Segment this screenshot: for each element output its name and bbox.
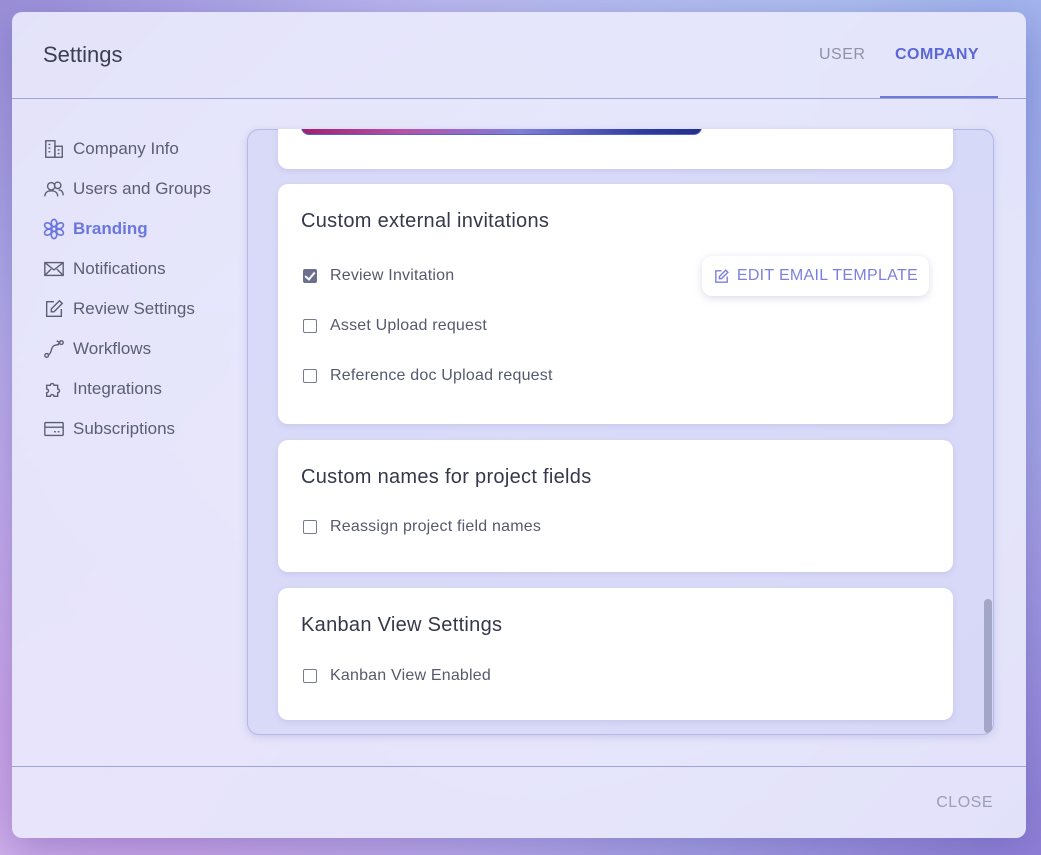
branding-color-card <box>278 129 953 169</box>
building-icon <box>45 140 63 158</box>
settings-sidebar: Company Info Users and Groups Branding N… <box>43 129 243 449</box>
sidebar-item-label: Notifications <box>73 259 166 278</box>
sidebar-item-users-and-groups[interactable]: Users and Groups <box>43 169 243 209</box>
branding-gradient-swatch[interactable] <box>301 129 702 135</box>
workflow-icon <box>44 340 64 358</box>
sidebar-item-label: Branding <box>73 219 148 238</box>
content-scrollbar[interactable] <box>984 599 992 733</box>
users-icon <box>44 181 64 197</box>
tab-company[interactable]: COMPANY <box>895 46 979 64</box>
dialog-title: Settings <box>43 42 123 67</box>
card-title: Custom names for project fields <box>301 466 592 488</box>
sidebar-item-notifications[interactable]: Notifications <box>43 249 243 289</box>
sidebar-item-label: Workflows <box>73 339 152 358</box>
kanban-view-enabled-checkbox[interactable]: Kanban View Enabled <box>303 667 491 685</box>
flower-icon <box>43 218 65 240</box>
custom-project-field-names-card: Custom names for project fields Reassign… <box>278 440 953 572</box>
edit-icon <box>45 299 64 318</box>
edit-email-template-button[interactable]: EDIT EMAIL TEMPLATE <box>701 256 929 296</box>
asset-upload-request-checkbox[interactable]: Asset Upload request <box>303 317 487 335</box>
checkbox-label: Kanban View Enabled <box>330 667 491 684</box>
tab-user[interactable]: USER <box>819 46 865 64</box>
credit-card-icon <box>44 421 64 437</box>
sidebar-item-branding[interactable]: Branding <box>43 209 243 249</box>
sidebar-item-company-info[interactable]: Company Info <box>43 129 243 169</box>
sidebar-item-subscriptions[interactable]: Subscriptions <box>43 409 243 449</box>
checkbox-unchecked[interactable] <box>303 669 317 683</box>
sidebar-item-label: Company Info <box>73 139 179 158</box>
checkbox-label: Review Invitation <box>330 267 455 284</box>
checkbox-label: Reassign project field names <box>330 518 542 535</box>
sidebar-item-workflows[interactable]: Workflows <box>43 329 243 369</box>
checkbox-unchecked[interactable] <box>303 369 317 383</box>
checkbox-checked[interactable] <box>303 269 317 283</box>
sidebar-item-label: Subscriptions <box>73 419 176 438</box>
envelope-icon <box>44 261 64 277</box>
checkbox-unchecked[interactable] <box>303 520 317 534</box>
active-tab-indicator <box>880 96 998 98</box>
sidebar-item-review-settings[interactable]: Review Settings <box>43 289 243 329</box>
sidebar-item-label: Integrations <box>73 379 162 398</box>
card-title: Kanban View Settings <box>301 614 503 636</box>
branding-content-panel[interactable]: Custom external invitations Review Invit… <box>247 129 994 735</box>
edit-email-template-label: EDIT EMAIL TEMPLATE <box>736 267 918 284</box>
dialog-footer: CLOSE <box>12 766 1026 838</box>
checkbox-label: Asset Upload request <box>330 317 487 334</box>
sidebar-item-label: Users and Groups <box>73 179 211 198</box>
close-button[interactable]: CLOSE <box>936 794 993 812</box>
custom-invitations-card: Custom external invitations Review Invit… <box>278 184 953 424</box>
card-title: Custom external invitations <box>301 210 550 232</box>
checkbox-label: Reference doc Upload request <box>330 367 553 384</box>
edit-icon <box>714 268 729 283</box>
sidebar-item-label: Review Settings <box>73 299 195 318</box>
sidebar-item-integrations[interactable]: Integrations <box>43 369 243 409</box>
kanban-view-settings-card: Kanban View Settings Kanban View Enabled <box>278 588 953 720</box>
reference-doc-upload-request-checkbox[interactable]: Reference doc Upload request <box>303 367 553 385</box>
reassign-project-field-names-checkbox[interactable]: Reassign project field names <box>303 518 541 536</box>
review-invitation-checkbox[interactable]: Review Invitation <box>303 267 454 285</box>
checkbox-unchecked[interactable] <box>303 319 317 333</box>
settings-dialog: Settings USER COMPANY Company Info Users… <box>12 12 1026 838</box>
dialog-header: Settings USER COMPANY <box>12 12 1026 99</box>
puzzle-icon <box>45 382 61 398</box>
